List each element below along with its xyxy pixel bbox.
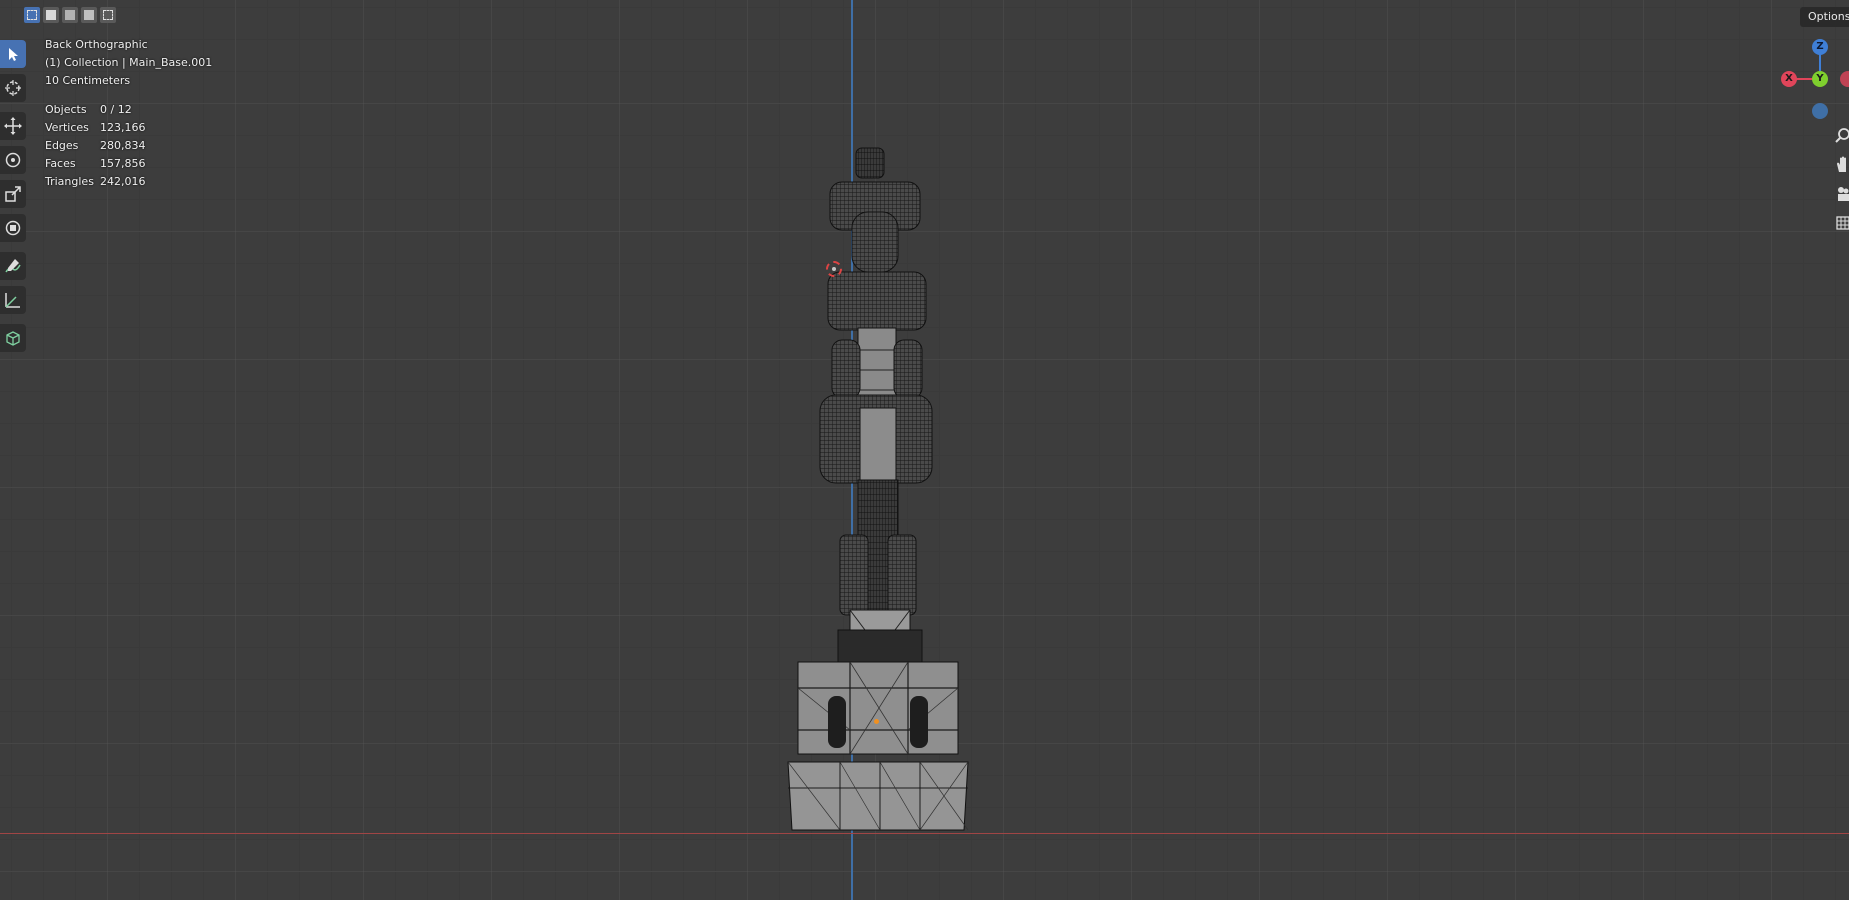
select-difference-icon [84, 10, 94, 20]
select-extend-button[interactable] [43, 7, 59, 23]
select-subtract-icon [65, 10, 75, 20]
stat-row: Edges 280,834 [45, 137, 146, 155]
select-difference-button[interactable] [81, 7, 97, 23]
stat-value: 242,016 [100, 175, 146, 188]
gizmo-x-axis[interactable]: X [1781, 71, 1797, 87]
zoom-icon[interactable] [1834, 124, 1849, 146]
tool-annotate[interactable] [0, 252, 26, 280]
stat-row: Objects 0 / 12 [45, 101, 146, 119]
select-extend-icon [46, 10, 56, 20]
tool-add-cube[interactable] [0, 324, 26, 352]
grid-view-icon[interactable] [1834, 212, 1849, 234]
navigation-gizmo[interactable]: Z Y X [1770, 36, 1849, 122]
gizmo-z-axis[interactable]: Z [1812, 39, 1828, 55]
stat-row: Triangles 242,016 [45, 173, 146, 191]
tool-move[interactable] [0, 112, 26, 140]
stat-label: Edges [45, 139, 79, 152]
select-intersect-icon [103, 10, 113, 20]
viewport-info: Back Orthographic (1) Collection | Main_… [45, 36, 212, 90]
cursor-icon [5, 80, 21, 96]
object-origin-dot [874, 719, 879, 724]
robot-arm-model[interactable] [780, 140, 980, 840]
view-name: Back Orthographic [45, 38, 148, 51]
gizmo-neg-z-axis[interactable] [1812, 103, 1828, 119]
statistics-overlay: Objects 0 / 12 Vertices 123,166 Edges 280,8… [45, 101, 146, 191]
scale-label: 10 Centimeters [45, 74, 131, 87]
stat-value: 123,166 [100, 121, 146, 134]
select-subtract-button[interactable] [62, 7, 78, 23]
3d-cursor-icon[interactable] [826, 261, 842, 277]
camera-icon[interactable] [1834, 183, 1849, 205]
stat-value: 0 / 12 [100, 103, 132, 116]
stat-label: Vertices [45, 121, 89, 134]
tool-rotate[interactable] [0, 146, 26, 174]
tool-transform[interactable] [0, 214, 26, 242]
stat-row: Vertices 123,166 [45, 119, 146, 137]
select-box-icon [9, 48, 18, 61]
stat-label: Objects [45, 103, 87, 116]
stat-row: Faces 157,856 [45, 155, 146, 173]
stat-label: Faces [45, 157, 76, 170]
stat-value: 157,856 [100, 157, 146, 170]
tool-scale[interactable] [0, 180, 26, 208]
add-cube-icon [6, 331, 20, 346]
rotate-icon [5, 152, 21, 168]
stat-value: 280,834 [100, 139, 146, 152]
annotate-icon [5, 259, 21, 273]
move-icon [4, 117, 22, 135]
transform-icon [5, 220, 21, 236]
select-intersect-button[interactable] [100, 7, 116, 23]
left-toolbar [0, 40, 27, 358]
collection-line: (1) Collection | Main_Base.001 [45, 56, 213, 69]
measure-icon [5, 293, 20, 308]
tool-measure[interactable] [0, 286, 26, 314]
gizmo-neg-x-axis[interactable] [1840, 71, 1849, 87]
options-button[interactable]: Options [1800, 7, 1849, 27]
pan-hand-icon[interactable] [1834, 154, 1849, 176]
scale-icon [5, 186, 21, 202]
select-box-icon [27, 10, 37, 20]
select-new-button[interactable] [24, 7, 40, 23]
stat-label: Triangles [45, 175, 94, 188]
gizmo-y-axis[interactable]: Y [1812, 71, 1828, 87]
select-mode-group [24, 7, 116, 23]
tool-select-box[interactable] [0, 40, 26, 68]
tool-cursor[interactable] [0, 74, 26, 102]
